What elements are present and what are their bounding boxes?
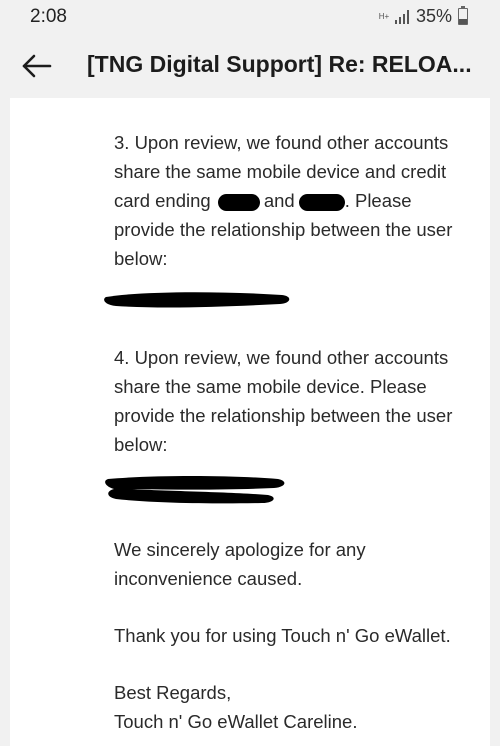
item3-line3b: and bbox=[263, 190, 295, 211]
redacted-user-1 bbox=[104, 287, 474, 313]
battery-percent: 35% bbox=[415, 6, 452, 26]
status-time: 2:08 bbox=[30, 6, 67, 27]
paragraph-thanks: Thank you for using Touch n' Go eWallet. bbox=[114, 621, 474, 650]
item3-line3c: . Please bbox=[344, 190, 412, 211]
email-subject-title: [TNG Digital Support] Re: RELOA... bbox=[87, 51, 472, 77]
network-type-icon: H+ bbox=[378, 11, 390, 21]
signoff-line2: Touch n' Go eWallet Careline. bbox=[114, 711, 358, 732]
redacted-user-2 bbox=[105, 473, 474, 507]
item4-line3: provide the relationship between the use… bbox=[114, 405, 453, 426]
status-bar: 2:08 H+ 35% bbox=[0, 0, 500, 34]
item4-line2: share the same mobile device. Please bbox=[114, 376, 427, 397]
redacted-card-number-1 bbox=[217, 193, 260, 211]
paragraph-apology: We sincerely apologize for any inconveni… bbox=[114, 535, 474, 593]
email-body: 3. Upon review, we found other accounts … bbox=[104, 128, 474, 736]
paragraph-item-4: 4. Upon review, we found other accounts … bbox=[114, 343, 474, 459]
arrow-left-icon bbox=[22, 54, 52, 78]
apology-line1: We sincerely apologize for any bbox=[114, 539, 366, 560]
email-content: 3. Upon review, we found other accounts … bbox=[10, 98, 490, 746]
app-bar: [TNG Digital Support] Re: RELOA... bbox=[0, 34, 500, 98]
item3-line1: 3. Upon review, we found other accounts bbox=[114, 132, 449, 153]
paragraph-item-3: 3. Upon review, we found other accounts … bbox=[114, 128, 474, 273]
item3-line2: share the same mobile device and credit bbox=[114, 161, 447, 182]
item3-line4: provide the relationship between the use… bbox=[114, 219, 453, 240]
battery-fill bbox=[459, 18, 467, 24]
thanks-line: Thank you for using Touch n' Go eWallet. bbox=[114, 625, 451, 646]
paragraph-signoff: Best Regards, Touch n' Go eWallet Careli… bbox=[114, 678, 474, 736]
signal-strength-icon bbox=[394, 9, 409, 24]
apology-line2: inconvenience caused. bbox=[114, 568, 303, 589]
battery-icon bbox=[458, 6, 468, 25]
signoff-line1: Best Regards, bbox=[114, 682, 232, 703]
status-indicators: H+ 35% bbox=[378, 6, 468, 27]
item3-line5: below: bbox=[114, 248, 168, 269]
redacted-card-number-2 bbox=[298, 193, 345, 211]
item4-line1: 4. Upon review, we found other accounts bbox=[114, 347, 449, 368]
item3-line3a: card ending bbox=[114, 190, 211, 211]
back-button[interactable] bbox=[16, 48, 56, 84]
item4-line4: below: bbox=[114, 434, 168, 455]
